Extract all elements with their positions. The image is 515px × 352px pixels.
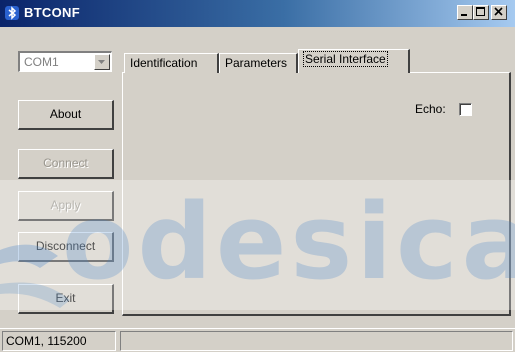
echo-label: Echo: bbox=[415, 102, 446, 116]
close-icon bbox=[494, 7, 503, 16]
combo-dropdown-button[interactable] bbox=[94, 54, 110, 70]
bluetooth-app-icon bbox=[4, 5, 20, 21]
echo-checkbox[interactable] bbox=[459, 103, 472, 116]
status-bar: COM1, 115200 bbox=[0, 328, 515, 352]
disconnect-button[interactable]: Disconnect bbox=[18, 232, 114, 262]
tab-identification[interactable]: Identification bbox=[124, 53, 219, 73]
serial-interface-panel: Echo: bbox=[122, 72, 511, 316]
tab-parameters-label: Parameters bbox=[225, 56, 288, 70]
maximize-icon bbox=[476, 7, 485, 16]
tab-identification-label: Identification bbox=[130, 56, 198, 70]
about-button[interactable]: About bbox=[18, 100, 114, 130]
status-message bbox=[120, 331, 513, 351]
window-title: BTCONF bbox=[24, 5, 80, 20]
tab-serial-interface-label: Serial Interface bbox=[303, 51, 388, 67]
title-bar[interactable]: BTCONF bbox=[0, 0, 515, 27]
connect-button[interactable]: Connect bbox=[18, 149, 114, 179]
com-port-select[interactable]: COM1 bbox=[18, 51, 112, 72]
tab-serial-interface[interactable]: Serial Interface bbox=[298, 49, 410, 73]
chevron-down-icon bbox=[98, 60, 105, 64]
app-window: BTCONF COM1 About Connect Apply Disconne… bbox=[0, 0, 515, 352]
exit-button[interactable]: Exit bbox=[18, 284, 114, 314]
tab-parameters[interactable]: Parameters bbox=[219, 53, 298, 73]
status-connection: COM1, 115200 bbox=[2, 331, 116, 351]
com-port-value: COM1 bbox=[24, 55, 59, 69]
minimize-icon bbox=[461, 14, 467, 16]
apply-button[interactable]: Apply bbox=[18, 191, 114, 221]
minimize-button[interactable] bbox=[457, 5, 473, 20]
close-button[interactable] bbox=[491, 5, 507, 20]
maximize-button[interactable] bbox=[473, 5, 489, 20]
